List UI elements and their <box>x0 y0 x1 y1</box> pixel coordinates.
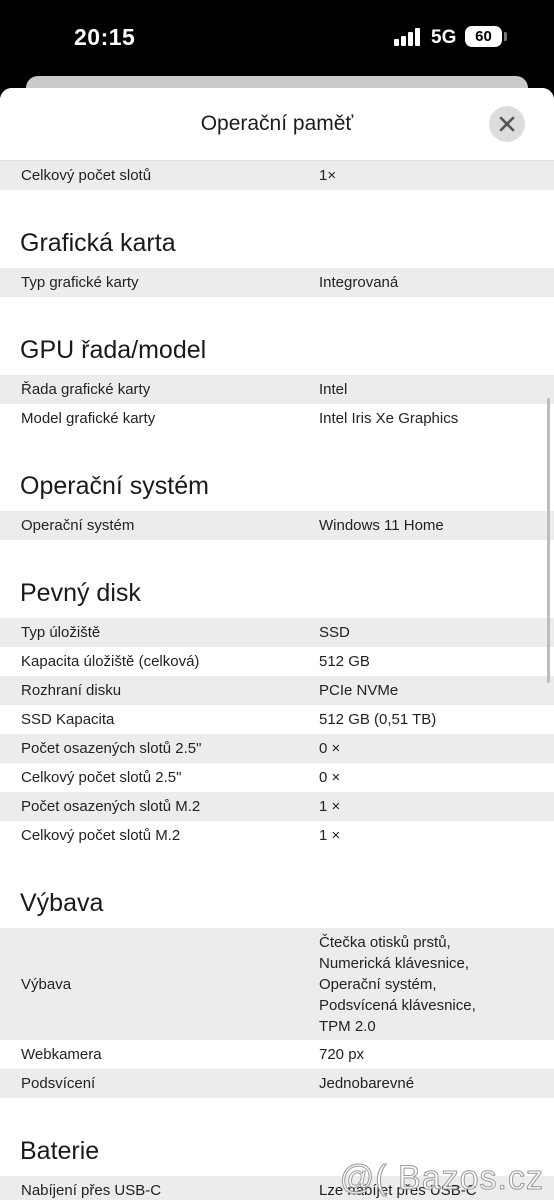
spec-row: Výbava Čtečka otisků prstů, Numerická kláv… <box>0 928 554 1040</box>
spec-value: SSD <box>319 624 350 641</box>
spec-value: Intel Iris Xe Graphics <box>319 410 459 427</box>
spec-row: Typ úložiště SSD <box>0 618 554 647</box>
spec-value: 0 × <box>319 769 341 786</box>
spec-label: Podsvícení <box>21 1075 96 1092</box>
spec-label: Typ úložiště <box>21 624 101 641</box>
spec-row: Řada grafické karty Intel <box>0 375 554 404</box>
spec-row: SSD Kapacita 512 GB (0,51 TB) <box>0 705 554 734</box>
battery-icon: 60 <box>465 26 502 47</box>
spec-label: Počet osazených slotů M.2 <box>21 798 201 815</box>
spec-section: GPU řada/model Řada grafické karty Intel Mo… <box>0 297 554 433</box>
spec-label: Typ grafické karty <box>21 274 139 291</box>
sheet-title: Operační paměť <box>200 112 354 135</box>
spec-value: PCIe NVMe <box>319 682 399 699</box>
network-type: 5G <box>431 27 457 48</box>
spec-label: SSD Kapacita <box>21 711 115 728</box>
spec-value-line: Numerická klávesnice, <box>319 954 470 972</box>
spec-row: Webkamera 720 px <box>0 1040 554 1069</box>
spec-value: 1× <box>319 167 337 184</box>
spec-row: Kapacita úložiště (celková) 512 GB <box>0 647 554 676</box>
spec-row: Rozhraní disku PCIe NVMe <box>0 676 554 705</box>
spec-section: Pevný disk Typ úložiště SSD Kapacita úložiš… <box>0 540 554 850</box>
close-button[interactable] <box>489 106 525 142</box>
spec-value: Windows 11 Home <box>319 517 444 534</box>
spec-row: Počet osazených slotů M.2 1 × <box>0 792 554 821</box>
spec-row: Podsvícení Jednobarevné <box>0 1069 554 1098</box>
spec-section: Výbava Výbava Čtečka otisků prstů, Numerick… <box>0 850 554 1098</box>
spec-label: Celkový počet slotů <box>21 167 152 184</box>
spec-label: Celkový počet slotů M.2 <box>21 827 181 844</box>
spec-label: Webkamera <box>21 1046 102 1063</box>
spec-row: Celkový počet slotů 1× <box>0 161 554 190</box>
spec-value-line: TPM 2.0 <box>319 1017 376 1035</box>
spec-value: Jednobarevné <box>319 1075 415 1092</box>
spec-value-line: Čtečka otisků prstů, <box>319 933 451 951</box>
spec-label: Řada grafické karty <box>21 381 151 398</box>
spec-label: Výbava <box>21 975 72 993</box>
status-bar: 20:15 5G 60 <box>0 0 554 76</box>
spec-row: Model grafické karty Intel Iris Xe Graphi… <box>0 404 554 433</box>
spec-value-line: Podsvícená klávesnice, <box>319 996 476 1014</box>
spec-row: Celkový počet slotů M.2 1 × <box>0 821 554 850</box>
spec-value: Integrovaná <box>319 274 399 291</box>
battery-tip <box>504 32 507 41</box>
spec-label: Operační systém <box>21 517 135 534</box>
sheet-header: Operační paměť <box>0 88 554 161</box>
signal-icon <box>394 28 422 46</box>
spec-value: 512 GB <box>319 653 370 670</box>
spec-section: Grafická karta Typ grafické karty Integrov… <box>0 190 554 297</box>
status-time: 20:15 <box>74 24 136 50</box>
watermark: @( Bazos.cz <box>339 1159 544 1198</box>
spec-list[interactable]: Celkový počet slotů 1× Grafická karta Typ… <box>0 161 554 1200</box>
spec-row: Operační systém Windows 11 Home <box>0 511 554 540</box>
spec-label: Počet osazených slotů 2.5" <box>21 740 202 757</box>
spec-label: Celkový počet slotů 2.5" <box>21 769 182 786</box>
spec-value: Intel <box>319 381 348 398</box>
spec-value-line: Operační systém, <box>319 975 437 993</box>
spec-label: Model grafické karty <box>21 410 156 427</box>
spec-value: Čtečka otisků prstů, Numerická klávesnice… <box>319 932 554 1037</box>
detail-sheet[interactable]: Operační paměť Celkový počet slotů 1× Gr… <box>0 88 554 1200</box>
section-title: Výbava <box>20 889 104 917</box>
spec-row: Počet osazených slotů 2.5" 0 × <box>0 734 554 763</box>
scrollbar[interactable] <box>547 398 550 683</box>
section-title: Grafická karta <box>20 229 176 257</box>
spec-value: 720 px <box>319 1046 365 1063</box>
spec-value: 1 × <box>319 798 341 815</box>
spec-label: Nabíjení přes USB-C <box>21 1182 162 1199</box>
spec-value: 512 GB (0,51 TB) <box>319 711 437 728</box>
spec-label: Kapacita úložiště (celková) <box>21 653 200 670</box>
spec-label: Rozhraní disku <box>21 682 122 699</box>
spec-value: 0 × <box>319 740 341 757</box>
spec-row: Typ grafické karty Integrovaná <box>0 268 554 297</box>
section-title: Operační systém <box>20 472 209 500</box>
section-title: GPU řada/model <box>20 336 207 364</box>
spec-value: 1 × <box>319 827 341 844</box>
spec-section: Operační systém Operační systém Windows 11… <box>0 433 554 540</box>
close-icon <box>499 116 515 132</box>
spec-row: Celkový počet slotů 2.5" 0 × <box>0 763 554 792</box>
section-title: Pevný disk <box>20 579 141 607</box>
